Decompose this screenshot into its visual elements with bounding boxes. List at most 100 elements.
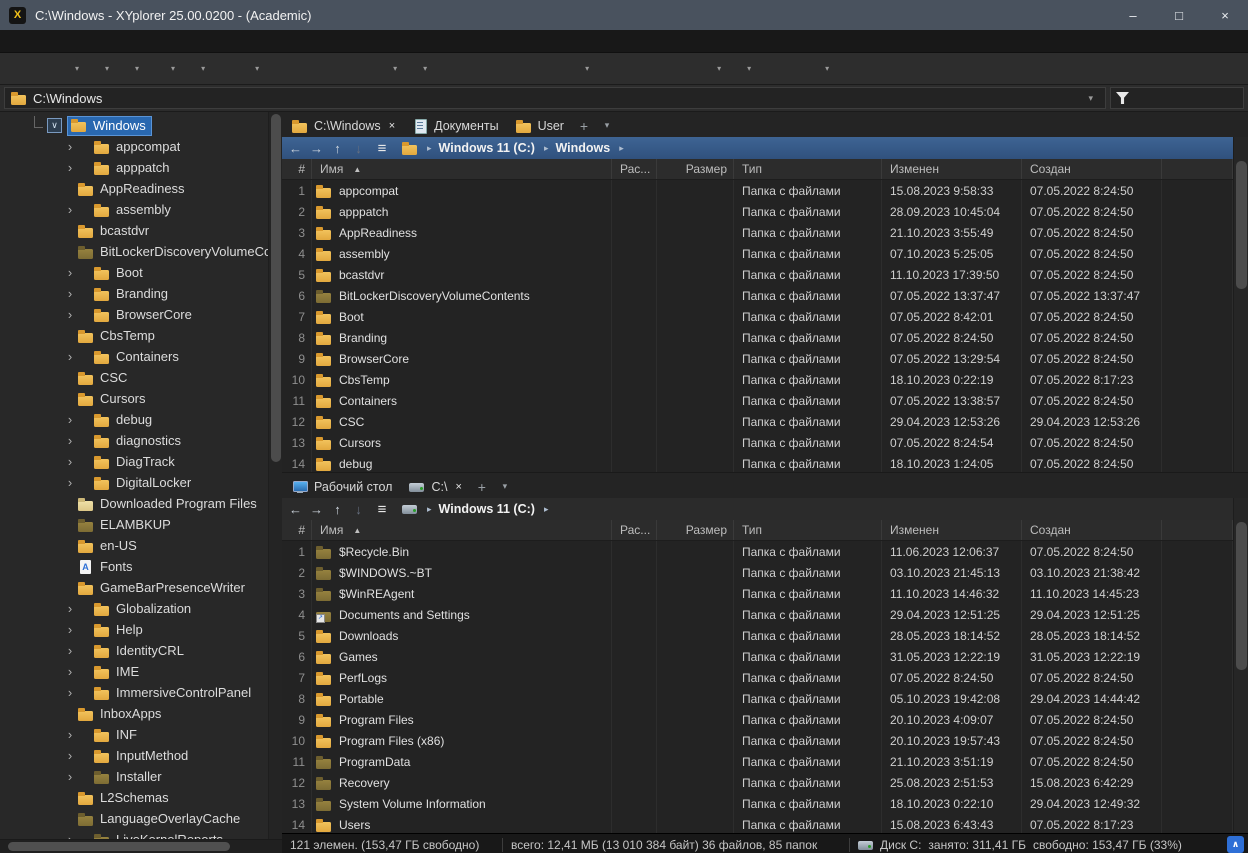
- tree-item[interactable]: CbsTemp: [0, 325, 268, 346]
- maximize-button[interactable]: □: [1156, 0, 1202, 30]
- tree-item[interactable]: › diagnostics: [0, 430, 268, 451]
- toolbar-button[interactable]: ▾: [724, 56, 754, 82]
- dropdown-arrow-icon[interactable]: ▾: [585, 64, 589, 73]
- down-icon[interactable]: ↓: [349, 141, 368, 156]
- column-header-ext[interactable]: Рас...: [612, 520, 657, 540]
- collapse-icon[interactable]: ∨: [47, 118, 62, 133]
- tab-close-icon[interactable]: ×: [389, 120, 395, 132]
- table-row[interactable]: 4 Documents and Settings Папка с файлами…: [282, 604, 1233, 625]
- tree-item[interactable]: › INF: [0, 724, 268, 745]
- scrollbar-thumb[interactable]: [1236, 161, 1247, 289]
- toolbar-button[interactable]: ▾: [400, 56, 430, 82]
- file-name-cell[interactable]: Branding: [312, 327, 612, 348]
- address-input[interactable]: C:\Windows ▾: [4, 87, 1106, 109]
- toolbar-button[interactable]: [538, 56, 562, 82]
- tree-item[interactable]: › apppatch: [0, 157, 268, 178]
- toolbar-button[interactable]: ▾: [802, 56, 832, 82]
- toolbar-button[interactable]: ▾: [178, 56, 208, 82]
- toolbar-button[interactable]: [838, 56, 862, 82]
- tree-item[interactable]: › Installer: [0, 766, 268, 787]
- file-name-cell[interactable]: Program Files (x86): [312, 730, 612, 751]
- tree-item[interactable]: › Boot: [0, 262, 268, 283]
- expand-chevron-icon[interactable]: ›: [62, 748, 78, 763]
- expand-chevron-icon[interactable]: ›: [62, 601, 78, 616]
- toolbar-button[interactable]: ▾: [694, 56, 724, 82]
- column-header-size[interactable]: Размер: [657, 520, 734, 540]
- file-name-cell[interactable]: PerfLogs: [312, 667, 612, 688]
- forward-icon[interactable]: →: [307, 141, 326, 156]
- tree-item[interactable]: › assembly: [0, 199, 268, 220]
- table-row[interactable]: 11 Containers Папка с файлами 07.05.2022…: [282, 390, 1233, 411]
- toolbar-button[interactable]: [340, 56, 364, 82]
- table-row[interactable]: 14 debug Папка с файлами 18.10.2023 1:24…: [282, 453, 1233, 472]
- table-row[interactable]: 13 System Volume Information Папка с фай…: [282, 793, 1233, 814]
- toolbar-button[interactable]: [460, 56, 484, 82]
- file-name-cell[interactable]: Documents and Settings: [312, 604, 612, 625]
- expand-chevron-icon[interactable]: ›: [62, 727, 78, 742]
- tree-item[interactable]: en-US: [0, 535, 268, 556]
- new-tab-button[interactable]: +: [573, 114, 595, 137]
- file-name-cell[interactable]: Downloads: [312, 625, 612, 646]
- tree-item[interactable]: AppReadiness: [0, 178, 268, 199]
- dropdown-arrow-icon[interactable]: ▾: [171, 64, 175, 73]
- column-header-modified[interactable]: Изменен: [882, 520, 1022, 540]
- tree-item[interactable]: › InputMethod: [0, 745, 268, 766]
- column-header-num[interactable]: #: [282, 159, 312, 179]
- table-row[interactable]: 8 Portable Папка с файлами 05.10.2023 19…: [282, 688, 1233, 709]
- file-name-cell[interactable]: assembly: [312, 243, 612, 264]
- table-row[interactable]: 14 Users Папка с файлами 15.08.2023 6:43…: [282, 814, 1233, 833]
- expand-chevron-icon[interactable]: ›: [62, 769, 78, 784]
- tree-item[interactable]: › Branding: [0, 283, 268, 304]
- crumb-label[interactable]: Windows: [555, 141, 610, 155]
- toolbar-button[interactable]: [598, 56, 622, 82]
- up-icon[interactable]: ↑: [328, 502, 347, 517]
- tree-item[interactable]: › Help: [0, 619, 268, 640]
- file-name-cell[interactable]: appcompat: [312, 180, 612, 201]
- tree-item[interactable]: › DiagTrack: [0, 451, 268, 472]
- column-header-size[interactable]: Размер: [657, 159, 734, 179]
- column-header-ext[interactable]: Рас...: [612, 159, 657, 179]
- file-name-cell[interactable]: AppReadiness: [312, 222, 612, 243]
- tree-item[interactable]: InboxApps: [0, 703, 268, 724]
- table-row[interactable]: 10 Program Files (x86) Папка с файлами 2…: [282, 730, 1233, 751]
- expand-chevron-icon[interactable]: ›: [62, 475, 78, 490]
- expand-chevron-icon[interactable]: ›: [62, 349, 78, 364]
- toolbar-button[interactable]: [268, 56, 292, 82]
- toolbar-button[interactable]: [484, 56, 508, 82]
- table-row[interactable]: 10 CbsTemp Папка с файлами 18.10.2023 0:…: [282, 369, 1233, 390]
- breadcrumb-segment[interactable]: ▸ Windows 11 (C:): [420, 502, 535, 516]
- toolbar-button[interactable]: ▾: [112, 56, 142, 82]
- tree-item[interactable]: › Containers: [0, 346, 268, 367]
- toolbar-button[interactable]: [862, 56, 886, 82]
- tree-item[interactable]: GameBarPresenceWriter: [0, 577, 268, 598]
- file-name-cell[interactable]: CSC: [312, 411, 612, 432]
- table-row[interactable]: 12 Recovery Папка с файлами 25.08.2023 2…: [282, 772, 1233, 793]
- back-icon[interactable]: ←: [286, 141, 305, 156]
- dropdown-arrow-icon[interactable]: ▾: [747, 64, 751, 73]
- column-header-name[interactable]: Имя ▲: [312, 520, 612, 540]
- pane-tab[interactable]: Рабочий стол: [284, 475, 400, 498]
- filter-box[interactable]: [1110, 87, 1244, 109]
- toolbar-button[interactable]: [436, 56, 460, 82]
- column-header-created[interactable]: Создан: [1022, 159, 1162, 179]
- table-row[interactable]: 8 Branding Папка с файлами 07.05.2022 8:…: [282, 327, 1233, 348]
- dropdown-arrow-icon[interactable]: ▾: [105, 64, 109, 73]
- tree-item[interactable]: ELAMBKUP: [0, 514, 268, 535]
- column-header-type[interactable]: Тип: [734, 520, 882, 540]
- table-row[interactable]: 3 $WinREAgent Папка с файлами 11.10.2023…: [282, 583, 1233, 604]
- file-name-cell[interactable]: Users: [312, 814, 612, 833]
- toolbar-button[interactable]: [886, 56, 910, 82]
- file-name-cell[interactable]: Games: [312, 646, 612, 667]
- address-dropdown-icon[interactable]: ▾: [1082, 93, 1099, 104]
- dropdown-arrow-icon[interactable]: ▾: [825, 64, 829, 73]
- file-name-cell[interactable]: BitLockerDiscoveryVolumeContents: [312, 285, 612, 306]
- new-tab-button[interactable]: +: [471, 475, 493, 498]
- crumb-label[interactable]: Windows 11 (C:): [439, 141, 535, 155]
- file-name-cell[interactable]: $WinREAgent: [312, 583, 612, 604]
- file-name-cell[interactable]: Portable: [312, 688, 612, 709]
- file-name-cell[interactable]: BrowserCore: [312, 348, 612, 369]
- table-row[interactable]: 7 Boot Папка с файлами 07.05.2022 8:42:0…: [282, 306, 1233, 327]
- toolbar-button[interactable]: ▾: [370, 56, 400, 82]
- toolbar-button[interactable]: ▾: [148, 56, 178, 82]
- table-row[interactable]: 1 appcompat Папка с файлами 15.08.2023 9…: [282, 180, 1233, 201]
